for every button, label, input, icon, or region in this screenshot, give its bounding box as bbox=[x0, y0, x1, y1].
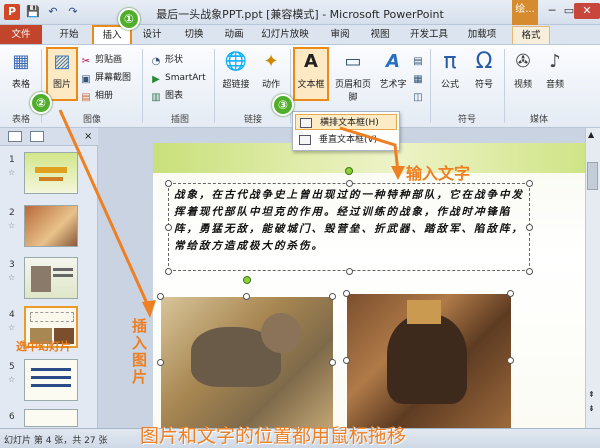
step-badge-1: ① bbox=[118, 8, 140, 30]
arrow-enter-text bbox=[339, 126, 400, 173]
step-badge-3: ③ bbox=[272, 94, 294, 116]
annotation-bottom-caption: 图片和文字的位置都用鼠标拖移 bbox=[140, 425, 407, 447]
annotation-select-slide: 选中幻灯片 bbox=[16, 340, 71, 353]
annotation-enter-text: 输入文字 bbox=[406, 164, 471, 183]
step-badge-2: ② bbox=[30, 92, 52, 114]
arrow-insert-picture bbox=[58, 109, 152, 311]
annotation-insert-picture: 插入图片 bbox=[132, 317, 148, 386]
annotation-arrows bbox=[58, 109, 405, 318]
